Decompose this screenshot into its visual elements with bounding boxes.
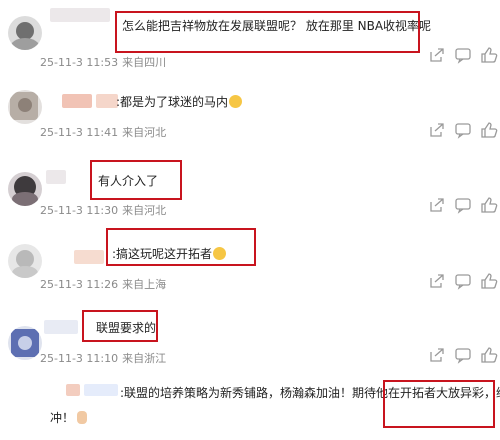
comment-time: 25-11-3 11:30 bbox=[40, 204, 119, 217]
comment-location: 来自河北 bbox=[122, 126, 167, 139]
comment-location: 来自四川 bbox=[122, 56, 167, 69]
comment-time: 25-11-3 11:41 bbox=[40, 126, 119, 139]
comment-icon[interactable] bbox=[454, 272, 472, 290]
share-icon[interactable] bbox=[428, 346, 446, 364]
comment-actions bbox=[428, 196, 498, 216]
username-blurred bbox=[66, 384, 80, 396]
avatar[interactable] bbox=[8, 244, 42, 278]
highlight-box bbox=[106, 228, 256, 266]
comment-time: 25-11-3 11:10 bbox=[40, 352, 119, 365]
share-icon[interactable] bbox=[428, 196, 446, 214]
highlight-box bbox=[82, 310, 158, 342]
avatar[interactable] bbox=[8, 172, 42, 206]
comment-actions bbox=[428, 272, 498, 292]
like-icon[interactable] bbox=[480, 346, 498, 364]
username-blurred bbox=[50, 8, 110, 22]
share-icon[interactable] bbox=[428, 121, 446, 139]
highlight-box bbox=[115, 11, 420, 53]
hand-emoji-icon bbox=[77, 411, 88, 424]
comment-icon[interactable] bbox=[454, 121, 472, 139]
comment-icon[interactable] bbox=[454, 346, 472, 364]
comment-item: :搞这玩呢这开拓者 25-11-3 11:26 来自上海 bbox=[0, 222, 500, 298]
like-icon[interactable] bbox=[480, 196, 498, 214]
avatar[interactable] bbox=[8, 326, 42, 360]
avatar[interactable] bbox=[8, 16, 42, 50]
share-icon[interactable] bbox=[428, 272, 446, 290]
comment-meta: 25-11-3 11:26 来自上海 bbox=[40, 276, 170, 292]
comment-meta: 25-11-3 11:41 来自河北 bbox=[40, 124, 170, 140]
username-blurred bbox=[62, 94, 92, 108]
comment-icon[interactable] bbox=[454, 46, 472, 64]
comment-item: 有人介入了 25-11-3 11:30 来自河北 bbox=[0, 146, 500, 222]
like-icon[interactable] bbox=[480, 46, 498, 64]
comment-item: 怎么能把吉祥物放在发展联盟呢？ 放在那里 NBA收视率呢 25-11-3 11:… bbox=[0, 0, 500, 78]
highlight-box bbox=[90, 160, 182, 200]
avatar[interactable] bbox=[8, 90, 42, 124]
comment-icon[interactable] bbox=[454, 196, 472, 214]
comment-time: 25-11-3 11:26 bbox=[40, 278, 119, 291]
like-icon[interactable] bbox=[480, 272, 498, 290]
comment-meta: 25-11-3 11:10 来自浙江 bbox=[40, 350, 170, 366]
comment-actions bbox=[428, 46, 498, 66]
reply-item: :联盟的培养策略为新秀铺路，杨瀚森加油！期待他在开拓者大放异彩，继续 冲！ bbox=[0, 372, 500, 440]
laughing-emoji-icon bbox=[229, 95, 243, 108]
author-badge bbox=[84, 384, 118, 396]
comment-text: :都是为了球迷的马内 bbox=[116, 94, 243, 110]
username-blurred bbox=[74, 250, 104, 264]
comment-meta: 25-11-3 11:53 来自四川 bbox=[40, 54, 170, 70]
comment-meta: 25-11-3 11:30 来自河北 bbox=[40, 202, 170, 218]
comment-actions bbox=[428, 346, 498, 366]
highlight-box bbox=[383, 380, 495, 428]
username-blurred bbox=[46, 170, 66, 184]
like-icon[interactable] bbox=[480, 121, 498, 139]
comment-location: 来自河北 bbox=[122, 204, 167, 217]
comment-location: 来自浙江 bbox=[122, 352, 167, 365]
comment-text-content: :都是为了球迷的马内 bbox=[116, 95, 229, 109]
username-blurred bbox=[44, 320, 78, 334]
comment-location: 来自上海 bbox=[122, 278, 167, 291]
comment-item: :都是为了球迷的马内 25-11-3 11:41 来自河北 bbox=[0, 78, 500, 146]
comment-time: 25-11-3 11:53 bbox=[40, 56, 119, 69]
comment-item: 联盟要求的 25-11-3 11:10 来自浙江 bbox=[0, 298, 500, 372]
share-icon[interactable] bbox=[428, 46, 446, 64]
reply-text-line2: 冲！ bbox=[50, 410, 88, 426]
comment-actions bbox=[428, 121, 498, 141]
reply-text-line2-content: 冲！ bbox=[50, 411, 75, 425]
username-blurred bbox=[96, 94, 118, 108]
